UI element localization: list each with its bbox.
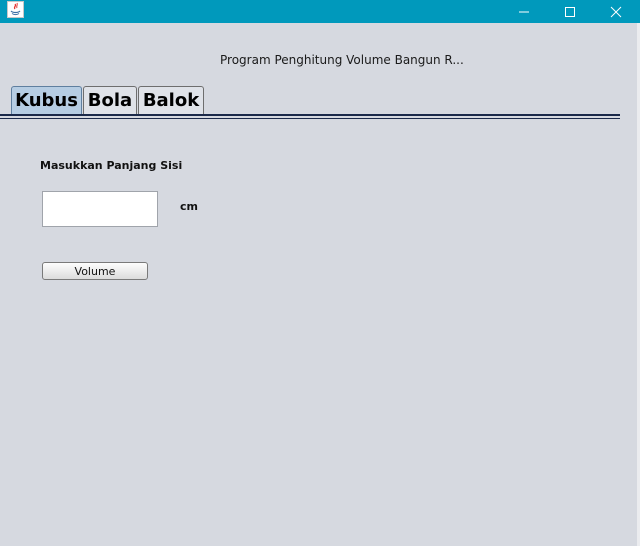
panjang-sisi-input[interactable] — [42, 191, 158, 227]
java-icon[interactable] — [7, 1, 24, 18]
close-icon — [610, 6, 622, 17]
tab-balok[interactable]: Balok — [138, 86, 204, 114]
app-window: Program Penghitung Volume Bangun R... Ku… — [0, 0, 640, 546]
minimize-icon — [519, 11, 529, 12]
close-button[interactable] — [593, 0, 639, 23]
maximize-icon — [565, 6, 575, 17]
tab-divider-lower — [0, 118, 620, 119]
tab-bola[interactable]: Bola — [83, 86, 137, 114]
minimize-button[interactable] — [501, 0, 547, 23]
panjang-sisi-label: Masukkan Panjang Sisi — [40, 159, 183, 172]
page-title: Program Penghitung Volume Bangun R... — [220, 53, 464, 67]
tab-divider — [0, 114, 620, 116]
tab-kubus[interactable]: Kubus — [11, 86, 82, 114]
maximize-button[interactable] — [547, 0, 593, 23]
unit-label: cm — [180, 200, 198, 213]
volume-button[interactable]: Volume — [42, 262, 148, 280]
title-bar[interactable] — [0, 0, 640, 23]
